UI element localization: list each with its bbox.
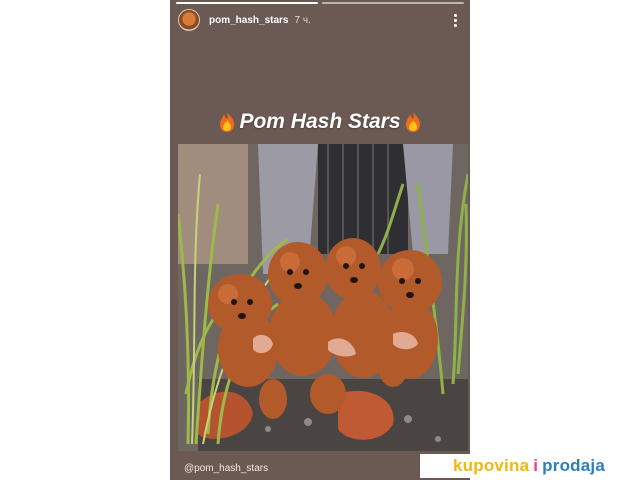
puppies-photo bbox=[178, 144, 468, 451]
story-title-text: Pom Hash Stars bbox=[170, 110, 470, 134]
story-header: pom_hash_stars 7 ч. bbox=[178, 8, 462, 32]
fire-emoji-icon bbox=[405, 112, 420, 132]
watermark-word: i bbox=[533, 456, 539, 475]
watermark-logo: kupovina i prodaja bbox=[420, 454, 638, 478]
story-viewer[interactable]: pom_hash_stars 7 ч. Pom Hash Stars @pom_… bbox=[170, 0, 470, 480]
photo-scene bbox=[178, 144, 468, 451]
fire-emoji-icon bbox=[220, 112, 235, 132]
username[interactable]: pom_hash_stars bbox=[209, 15, 288, 26]
more-options-icon[interactable] bbox=[448, 11, 462, 29]
avatar[interactable] bbox=[178, 9, 200, 31]
story-title: Pom Hash Stars bbox=[239, 110, 401, 133]
progress-segment bbox=[322, 2, 464, 4]
story-progress-bar bbox=[176, 2, 464, 4]
post-time: 7 ч. bbox=[294, 14, 311, 26]
watermark-word: prodaja bbox=[542, 456, 605, 475]
progress-segment bbox=[176, 2, 318, 4]
watermark-word: kupovina bbox=[453, 456, 530, 475]
caption-mention[interactable]: @pom_hash_stars bbox=[184, 463, 268, 474]
